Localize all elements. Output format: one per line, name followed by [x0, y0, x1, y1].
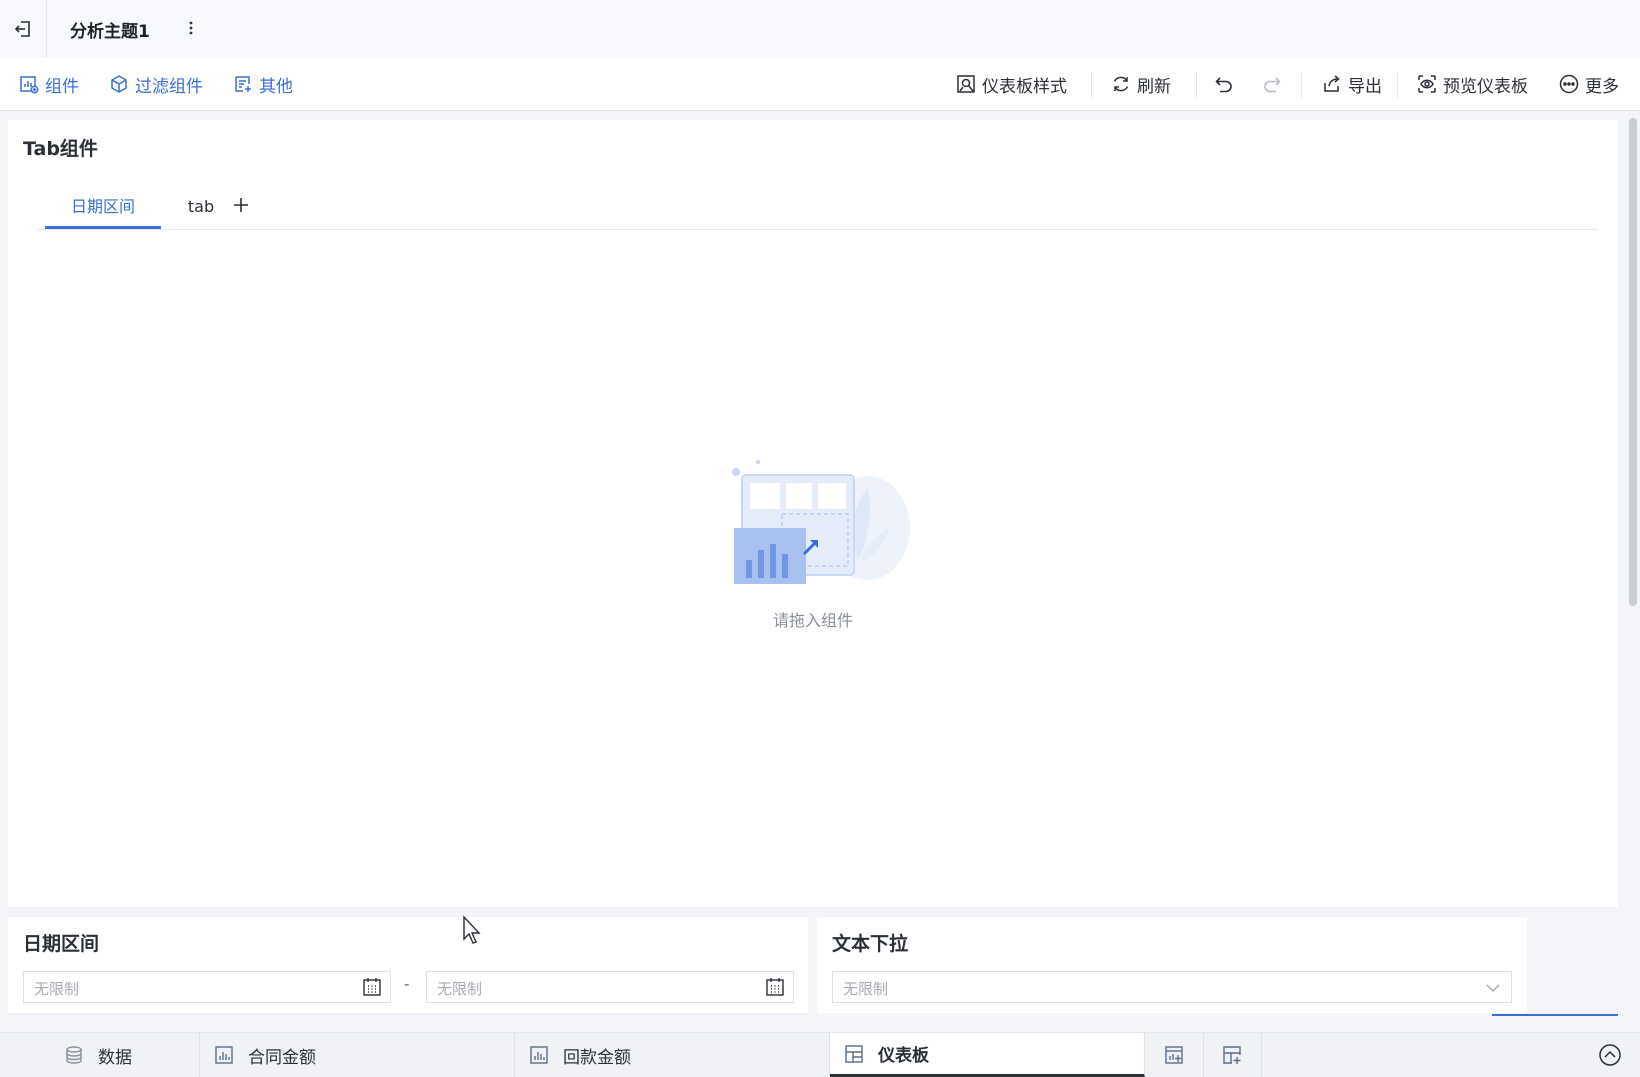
date-range-filter-card[interactable]: 日期区间 无限制 - 无限制	[8, 917, 808, 1013]
toolbar-divider	[1091, 72, 1092, 98]
tab-component-card[interactable]: Tab组件 日期区间 tab 请拖入组件	[8, 120, 1618, 907]
dashboard-style-label: 仪表板样式	[982, 76, 1067, 97]
tab-bar: 日期区间 tab	[36, 184, 1598, 230]
calendar-icon	[766, 978, 784, 996]
database-icon	[66, 1046, 82, 1064]
toolbar-divider	[1301, 72, 1302, 98]
start-date-placeholder: 无限制	[34, 980, 80, 998]
more-label: 更多	[1585, 76, 1619, 97]
text-dropdown-filter-card[interactable]: 文本下拉 无限制	[817, 917, 1527, 1013]
refresh-icon	[1113, 76, 1129, 92]
eye-icon	[1418, 75, 1436, 93]
tab-component-title: Tab组件	[23, 138, 98, 160]
date-range-filter-title: 日期区间	[23, 933, 100, 955]
add-text-icon	[235, 76, 251, 92]
divider	[8, 1014, 808, 1015]
bottom-tab-bar: 数据 合同金额 回款金额 仪表板	[0, 1032, 1640, 1077]
chevron-down-icon	[1486, 984, 1500, 993]
add-chart-icon	[1165, 1046, 1183, 1064]
export-button[interactable]: 导出	[1322, 58, 1382, 110]
other-button[interactable]: 其他	[233, 58, 293, 110]
tab-date-range[interactable]: 日期区间	[45, 184, 161, 229]
export-label: 导出	[1348, 76, 1382, 97]
redo-icon	[1264, 77, 1281, 93]
bottom-tab-label: 数据	[98, 1047, 132, 1068]
more-circle-icon	[1559, 74, 1579, 94]
bar-chart-icon	[215, 1046, 233, 1064]
add-chart-icon	[20, 76, 39, 94]
refresh-label: 刷新	[1137, 76, 1171, 97]
text-dropdown-select[interactable]: 无限制	[832, 971, 1512, 1003]
tab-tab[interactable]: tab	[176, 184, 226, 229]
collapse-up-icon[interactable]	[1598, 1043, 1622, 1067]
vertical-dots-icon	[189, 21, 193, 35]
text-dropdown-filter-title: 文本下拉	[832, 933, 909, 955]
more-button[interactable]: 更多	[1559, 58, 1619, 110]
filter-component-button[interactable]: 过滤组件	[109, 58, 203, 110]
toolbar: 组件 过滤组件 其他 仪表板样式 刷新 导出 预览仪表板 更多	[0, 58, 1640, 111]
bottom-tab-data[interactable]: 数据	[50, 1033, 200, 1077]
calendar-icon	[363, 978, 381, 996]
start-date-input[interactable]: 无限制	[23, 971, 391, 1003]
header-bar: 分析主题1	[0, 0, 1640, 59]
undo-icon	[1215, 77, 1232, 93]
exit-button[interactable]	[0, 0, 47, 58]
add-dashboard-icon	[1223, 1046, 1241, 1064]
filter-cube-icon	[111, 75, 127, 93]
preview-dashboard-button[interactable]: 预览仪表板	[1417, 58, 1528, 110]
filter-component-label: 过滤组件	[135, 76, 203, 97]
end-date-input[interactable]: 无限制	[426, 971, 794, 1003]
page-title: 分析主题1	[70, 22, 150, 42]
redo-button[interactable]	[1262, 58, 1282, 110]
add-chart-tab-button[interactable]	[1145, 1033, 1204, 1077]
toolbar-divider	[1397, 72, 1398, 98]
text-dropdown-placeholder: 无限制	[843, 980, 889, 998]
title-more-button[interactable]	[183, 16, 199, 40]
end-date-placeholder: 无限制	[437, 980, 483, 998]
bottom-tab-label: 回款金额	[563, 1047, 631, 1068]
bottom-tab-dashboard[interactable]: 仪表板	[830, 1033, 1145, 1077]
component-label: 组件	[45, 76, 79, 97]
export-icon	[1324, 75, 1340, 92]
preview-dashboard-label: 预览仪表板	[1443, 76, 1528, 97]
exit-icon	[14, 21, 30, 37]
empty-dropzone-illustration	[732, 460, 910, 584]
refresh-button[interactable]: 刷新	[1111, 58, 1171, 110]
selection-indicator	[1492, 1014, 1618, 1016]
undo-button[interactable]	[1214, 58, 1234, 110]
other-label: 其他	[259, 76, 293, 97]
bottom-tab-label: 仪表板	[878, 1046, 929, 1066]
date-range-separator: -	[404, 975, 410, 993]
bottom-tab-label: 合同金额	[248, 1047, 316, 1068]
component-button[interactable]: 组件	[19, 58, 79, 110]
style-icon	[957, 75, 975, 93]
bottom-tab-payment-amount[interactable]: 回款金额	[515, 1033, 830, 1077]
toolbar-divider	[1196, 72, 1197, 98]
add-tab-button[interactable]	[228, 192, 254, 218]
bottom-tab-contract-amount[interactable]: 合同金额	[200, 1033, 515, 1077]
empty-drop-hint: 请拖入组件	[772, 611, 853, 630]
add-dashboard-tab-button[interactable]	[1203, 1033, 1262, 1077]
scrollbar-thumb[interactable]	[1629, 118, 1637, 606]
bar-chart-icon	[530, 1046, 548, 1064]
dashboard-style-button[interactable]: 仪表板样式	[956, 58, 1067, 110]
plus-icon	[234, 198, 248, 212]
mouse-cursor-icon	[463, 915, 481, 944]
dashboard-icon	[845, 1044, 863, 1063]
